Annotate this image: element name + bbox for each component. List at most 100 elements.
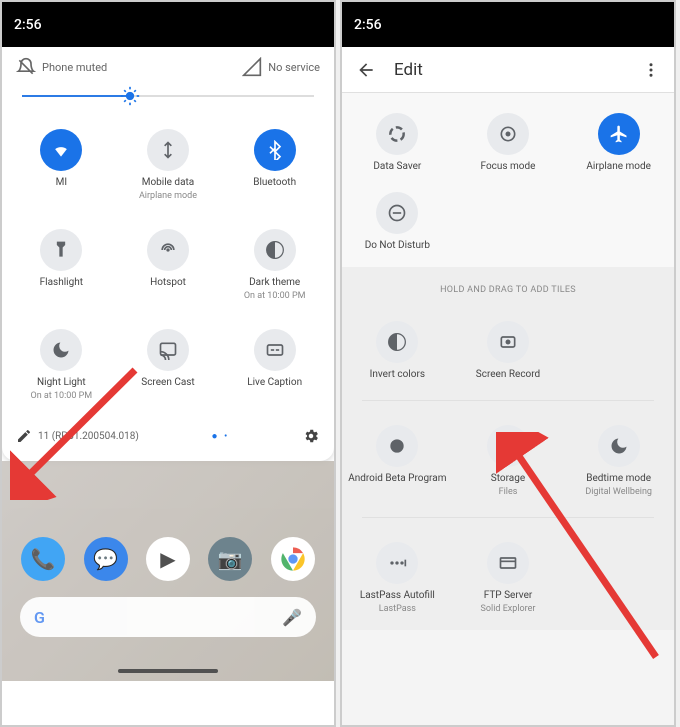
tile-dnd[interactable]: Do Not Disturb bbox=[342, 184, 453, 263]
tile-label: LastPass Autofill bbox=[360, 590, 435, 601]
tile-label: FTP Server bbox=[484, 590, 533, 601]
tile-label: Dark theme bbox=[249, 277, 300, 288]
home-wallpaper: 📞 💬 ▶ 📷 G 🎤 bbox=[2, 461, 334, 681]
airplane-icon[interactable] bbox=[598, 113, 640, 155]
lastpass-icon[interactable] bbox=[376, 542, 418, 584]
cast-icon[interactable] bbox=[147, 329, 189, 371]
tile-label: MI bbox=[56, 177, 67, 188]
tile-label: Flashlight bbox=[40, 277, 83, 288]
drag-hint-label: HOLD AND DRAG TO ADD TILES bbox=[342, 267, 674, 301]
messages-app[interactable]: 💬 bbox=[84, 537, 128, 581]
datasaver-icon[interactable] bbox=[376, 113, 418, 155]
tile-label: Focus mode bbox=[481, 161, 536, 172]
tile-airplane[interactable]: Airplane mode bbox=[563, 105, 674, 184]
status-bar: 2:56 bbox=[2, 2, 334, 47]
brightness-slider[interactable] bbox=[2, 83, 334, 113]
nightlight-icon[interactable] bbox=[40, 329, 82, 371]
phone-app[interactable]: 📞 bbox=[21, 537, 65, 581]
nav-bar[interactable] bbox=[118, 669, 218, 673]
invert-icon[interactable] bbox=[376, 321, 418, 363]
tile-bluetooth[interactable]: Bluetooth bbox=[221, 121, 328, 213]
tile-label: Night Light bbox=[37, 377, 86, 388]
tile-flashlight[interactable]: Flashlight bbox=[8, 221, 115, 313]
play-store-app[interactable]: ▶ bbox=[146, 537, 190, 581]
google-search-bar[interactable]: G 🎤 bbox=[20, 597, 316, 637]
available-tiles-grid-2: Android Beta Program Storage Files Bedti… bbox=[342, 405, 674, 513]
ftp-icon[interactable] bbox=[487, 542, 529, 584]
tile-lastpass[interactable]: LastPass Autofill LastPass bbox=[342, 534, 453, 626]
tile-label: Bedtime mode bbox=[586, 473, 651, 484]
status-bar: 2:56 bbox=[342, 2, 674, 47]
camera-app[interactable]: 📷 bbox=[208, 537, 252, 581]
edit-pencil-icon[interactable] bbox=[16, 428, 32, 444]
tile-sublabel: On at 10:00 PM bbox=[31, 391, 93, 401]
tile-focus[interactable]: Focus mode bbox=[453, 105, 564, 184]
available-tiles-grid-3: LastPass Autofill LastPass FTP Server So… bbox=[342, 522, 674, 630]
data-icon[interactable] bbox=[147, 129, 189, 171]
overflow-menu-icon[interactable] bbox=[642, 61, 660, 79]
no-signal-icon bbox=[242, 57, 262, 77]
bedtime-icon[interactable] bbox=[598, 425, 640, 467]
tile-label: Android Beta Program bbox=[348, 473, 446, 484]
brightness-thumb-icon[interactable] bbox=[120, 86, 140, 106]
tile-invert[interactable]: Invert colors bbox=[342, 313, 453, 392]
darktheme-icon[interactable] bbox=[254, 229, 296, 271]
tile-label: Mobile data bbox=[142, 177, 195, 188]
page-indicator: ● • bbox=[211, 431, 229, 442]
back-arrow-icon[interactable] bbox=[356, 60, 376, 80]
available-tiles-grid: Invert colors Screen Record bbox=[342, 301, 674, 396]
record-icon[interactable] bbox=[487, 321, 529, 363]
tile-label: Data Saver bbox=[373, 161, 421, 172]
tile-data[interactable]: Mobile data Airplane mode bbox=[115, 121, 222, 213]
qs-tiles-grid: MI Mobile data Airplane mode Bluetooth F… bbox=[2, 113, 334, 421]
settings-gear-icon[interactable] bbox=[302, 427, 320, 445]
status-time: 2:56 bbox=[354, 17, 382, 33]
tile-sublabel: Solid Explorer bbox=[481, 604, 536, 614]
qs-status-right: No service bbox=[242, 57, 320, 77]
tile-beta[interactable]: Android Beta Program bbox=[342, 417, 453, 509]
chrome-app[interactable] bbox=[271, 537, 315, 581]
wifi-icon[interactable] bbox=[40, 129, 82, 171]
tile-nightlight[interactable]: Night Light On at 10:00 PM bbox=[8, 321, 115, 413]
app-dock: 📞 💬 ▶ 📷 bbox=[2, 537, 334, 581]
tile-record[interactable]: Screen Record bbox=[453, 313, 564, 392]
tile-cast[interactable]: Screen Cast bbox=[115, 321, 222, 413]
edit-header: Edit bbox=[342, 47, 674, 93]
tile-sublabel: On at 10:00 PM bbox=[244, 291, 306, 301]
android-version: 11 (RPB1.200504.018) bbox=[38, 431, 139, 442]
flashlight-icon[interactable] bbox=[40, 229, 82, 271]
storage-icon[interactable] bbox=[487, 425, 529, 467]
tile-label: Airplane mode bbox=[586, 161, 651, 172]
tile-ftp[interactable]: FTP Server Solid Explorer bbox=[453, 534, 564, 626]
divider bbox=[362, 517, 654, 518]
tile-label: Screen Cast bbox=[141, 377, 194, 388]
tile-sublabel: Digital Wellbeing bbox=[585, 487, 652, 497]
tile-storage[interactable]: Storage Files bbox=[453, 417, 564, 509]
bell-off-icon bbox=[16, 57, 36, 77]
tile-label: Screen Record bbox=[476, 369, 540, 380]
hotspot-icon[interactable] bbox=[147, 229, 189, 271]
bluetooth-icon[interactable] bbox=[254, 129, 296, 171]
tile-caption[interactable]: Live Caption bbox=[221, 321, 328, 413]
quick-settings-panel: Phone muted No service MI Mobile data bbox=[2, 47, 334, 461]
tile-label: Live Caption bbox=[247, 377, 302, 388]
caption-icon[interactable] bbox=[254, 329, 296, 371]
tile-label: Hotspot bbox=[150, 277, 186, 288]
focus-icon[interactable] bbox=[487, 113, 529, 155]
tile-label: Do Not Disturb bbox=[365, 240, 430, 251]
tile-label: Invert colors bbox=[370, 369, 425, 380]
active-tiles-grid: Data Saver Focus mode Airplane mode Do N… bbox=[342, 93, 674, 267]
tile-wifi[interactable]: MI bbox=[8, 121, 115, 213]
tile-hotspot[interactable]: Hotspot bbox=[115, 221, 222, 313]
tile-label: Storage bbox=[491, 473, 525, 484]
tile-datasaver[interactable]: Data Saver bbox=[342, 105, 453, 184]
beta-icon[interactable] bbox=[376, 425, 418, 467]
tile-sublabel: LastPass bbox=[379, 604, 416, 614]
page-title: Edit bbox=[394, 60, 624, 80]
divider bbox=[362, 400, 654, 401]
tile-sublabel: Files bbox=[499, 487, 518, 497]
tile-bedtime[interactable]: Bedtime mode Digital Wellbeing bbox=[563, 417, 674, 509]
qs-status-left: Phone muted bbox=[16, 57, 107, 77]
tile-darktheme[interactable]: Dark theme On at 10:00 PM bbox=[221, 221, 328, 313]
dnd-icon[interactable] bbox=[376, 192, 418, 234]
